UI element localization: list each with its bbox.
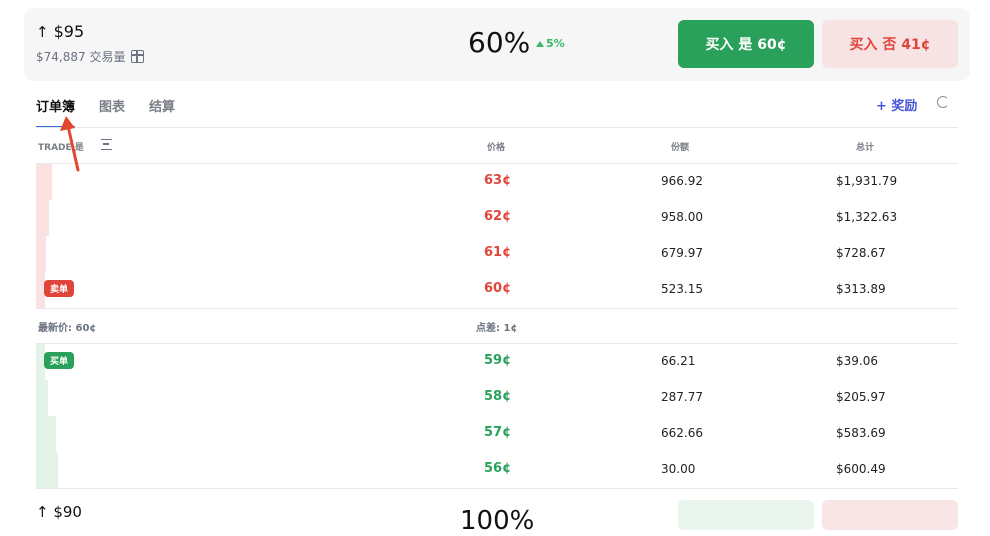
spread: 点差: 1¢ [476,323,518,334]
chance-change: 5% [536,37,565,50]
next-buy-no-button[interactable] [822,500,958,530]
volume-label: $74,887 交易量 [36,50,126,64]
last-price: 最新价: 60¢ [38,323,97,334]
market-volume: $74,887 交易量 [36,48,145,65]
ask-price: 61¢ [484,245,512,260]
bid-shares: 30.00 [661,462,696,476]
ask-shares: 679.97 [661,246,703,260]
triangle-up-icon [536,40,544,47]
arrow-up-icon: ↑ [36,22,49,41]
tab-settlement[interactable]: 结算 [149,94,175,128]
depth-bar [36,236,47,272]
market-chance: 60% [468,26,531,59]
depth-bar [36,380,48,416]
tab-chart[interactable]: 图表 [99,94,125,128]
bid-price: 59¢ [484,353,512,368]
ask-row[interactable]: 61¢ 679.97 $728.67 [36,236,958,272]
bid-row[interactable]: 58¢ 287.77 $205.97 [36,380,958,416]
refresh-icon[interactable] [937,96,949,108]
bid-row[interactable]: 买单 59¢ 66.21 $39.06 [36,344,958,380]
bid-total: $600.49 [836,462,886,476]
depth-bar [36,416,57,452]
bid-price: 58¢ [484,389,512,404]
spread-divider-top [36,308,958,309]
tabs-divider [36,127,958,128]
bid-row[interactable]: 56¢ 30.00 $600.49 [36,452,958,488]
bid-total: $583.69 [836,426,886,440]
bid-total: $205.97 [836,390,886,404]
bid-shares: 66.21 [661,354,696,368]
gift-icon[interactable] [131,50,145,63]
bid-price: 57¢ [484,425,512,440]
bid-shares: 662.66 [661,426,703,440]
bid-price: 56¢ [484,461,512,476]
depth-bar [36,200,49,236]
next-market-price-label: $90 [53,503,82,521]
ask-total: $313.89 [836,282,886,296]
orderbook-bottom-divider [36,488,958,489]
market-price: ↑ $95 [36,22,84,41]
ask-tag: 卖单 [44,280,75,297]
market-card-95[interactable]: ↑ $95 $74,887 交易量 60% 5% 买入 是 60¢ 买入 否 4… [24,8,970,81]
swap-icon[interactable] [101,139,112,150]
next-market-price: ↑ $90 [36,503,82,521]
header-shares: 份额 [671,143,690,153]
market-price-label: $95 [53,22,85,41]
header-total: 总计 [856,143,875,153]
header-trade: TRADE 是 [38,143,84,153]
bid-total: $39.06 [836,354,878,368]
ask-price: 62¢ [484,209,512,224]
depth-bar [36,452,59,488]
ask-price: 60¢ [484,281,512,296]
header-price: 价格 [487,143,506,153]
tab-orderbook[interactable]: 订单簿 [36,94,76,128]
ask-price: 63¢ [484,173,512,188]
chance-change-value: 5% [546,37,565,50]
ask-shares: 958.00 [661,210,703,224]
bid-shares: 287.77 [661,390,703,404]
ask-total: $1,322.63 [836,210,898,224]
next-buy-yes-button[interactable] [678,500,814,530]
bid-tag: 买单 [44,352,75,369]
ask-total: $1,931.79 [836,174,898,188]
buy-no-button[interactable]: 买入 否 41¢ [822,20,958,68]
buy-yes-button[interactable]: 买入 是 60¢ [678,20,814,68]
arrow-up-icon: ↑ [36,503,54,521]
ask-row[interactable]: 63¢ 966.92 $1,931.79 [36,164,958,200]
ask-shares: 966.92 [661,174,703,188]
rewards-link[interactable]: + 奖励 [876,95,917,114]
ask-row[interactable]: 62¢ 958.00 $1,322.63 [36,200,958,236]
bid-row[interactable]: 57¢ 662.66 $583.69 [36,416,958,452]
ask-total: $728.67 [836,246,886,260]
next-market-chance: 100% [460,506,535,536]
orderbook-tabs: 订单簿 图表 结算 [36,94,175,128]
depth-bar [36,164,52,200]
ask-shares: 523.15 [661,282,703,296]
ask-row[interactable]: 卖单 60¢ 523.15 $313.89 [36,272,958,308]
